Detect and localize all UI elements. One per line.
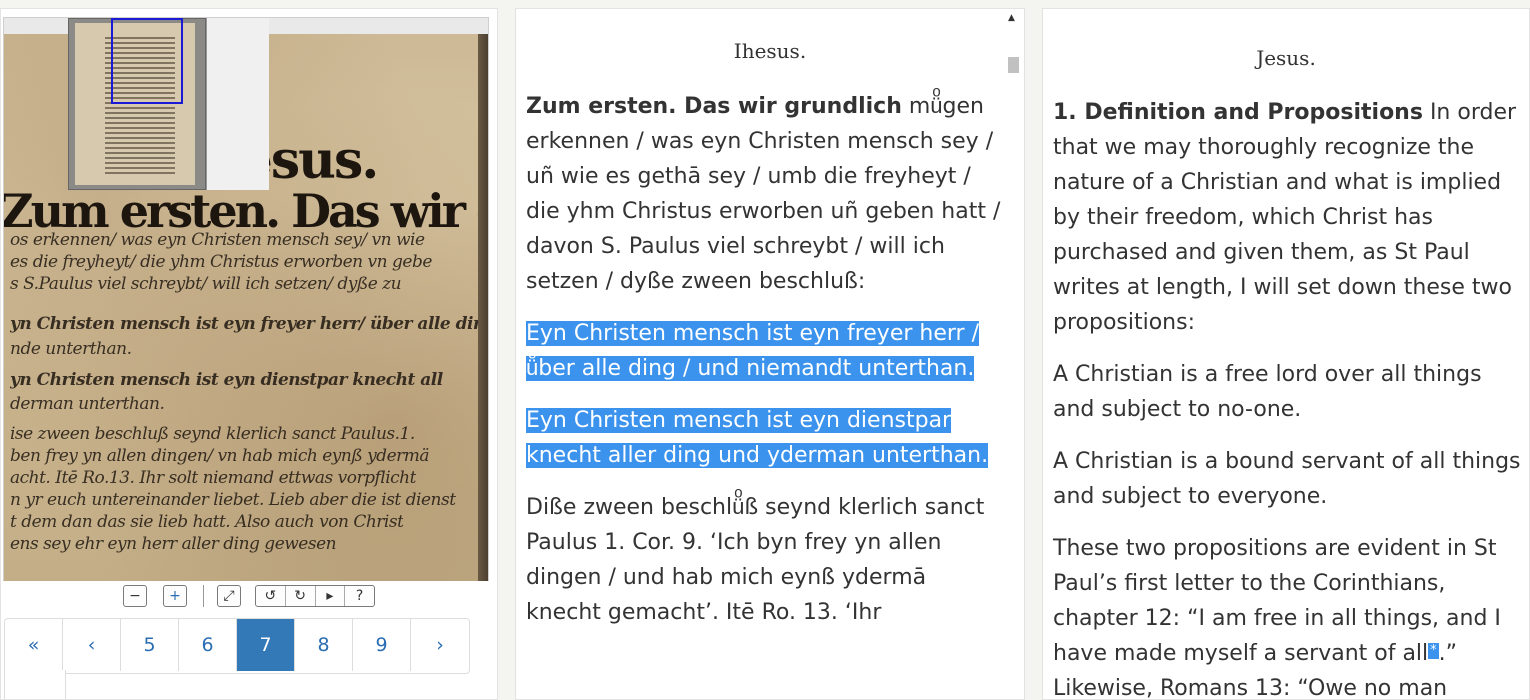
- navigator-thumbnail[interactable]: [68, 18, 206, 190]
- page-prev-button[interactable]: ‹: [63, 619, 121, 671]
- translation-title: Jesus.: [1256, 46, 1316, 70]
- toolbar-divider: [203, 585, 204, 607]
- scan-line: n yr euch untereinander liebet. Lieb abe…: [10, 490, 456, 510]
- rotate-right-icon: ↻: [294, 588, 306, 604]
- transcription-paragraph: Eyn Christen mensch ist eyn dienstpar kn…: [526, 403, 1002, 473]
- transcription-text[interactable]: Zum ersten. Das wir grundlich müͦgen erk…: [526, 89, 1002, 647]
- page-scan-viewer[interactable]: hesus. Zum ersten. Das wir grund os erke…: [3, 17, 489, 590]
- page-next-button[interactable]: ›: [411, 619, 469, 671]
- help-button[interactable]: ?: [345, 586, 374, 606]
- scan-book-edge: [478, 34, 488, 589]
- zoom-in-button[interactable]: +: [163, 585, 187, 607]
- scan-line: ise zween beschluß seynd klerlich sanct …: [10, 424, 415, 444]
- scroll-up-icon[interactable]: ▲: [1008, 13, 1015, 23]
- translation-paragraph: A Christian is a free lord over all thin…: [1053, 357, 1523, 427]
- rotate-right-button[interactable]: ↻: [286, 586, 316, 606]
- scroll-thumb[interactable]: [1008, 57, 1019, 73]
- scan-line: os erkennen/ was eyn Christen mensch sey…: [10, 230, 425, 250]
- transcription-paragraph: Diße zween beschlüͦß seynd klerlich sanc…: [526, 490, 1002, 630]
- paragraph-text: Diße zween beschlüͦß seynd klerlich sanc…: [526, 495, 985, 625]
- rotation-controls: ↺ ↻ ▸ ?: [255, 585, 375, 607]
- fit-page-button[interactable]: ⤢: [217, 585, 241, 607]
- page-first-button[interactable]: «: [5, 619, 63, 671]
- scan-line: ben frey yn allen dingen/ vn hab mich ey…: [10, 446, 430, 466]
- highlighted-text[interactable]: Eyn Christen mensch ist eyn freyer herr …: [526, 321, 979, 381]
- translation-panel[interactable]: Jesus. 1. Definition and Propositions In…: [1042, 8, 1530, 700]
- next-button[interactable]: ▸: [316, 586, 346, 606]
- scan-line: es die freyheyt/ die yhm Christus erworb…: [10, 252, 432, 272]
- scan-line: s S.Paulus viel schreybt/ will ich setze…: [10, 274, 402, 294]
- paragraph-text: A Christian is a free lord over all thin…: [1053, 362, 1482, 422]
- help-icon: ?: [355, 588, 364, 604]
- rotate-left-icon: ↺: [264, 588, 277, 604]
- page-5-button[interactable]: 5: [121, 619, 179, 671]
- pagination: « ‹ 5 6 7 8 9 ›: [4, 618, 470, 674]
- zoom-out-button[interactable]: −: [123, 585, 147, 607]
- scan-line: acht. Itē Ro.13. Ihr solt niemand ettwas…: [10, 468, 416, 488]
- paragraph-text: müͦgen erkennen / was eyn Christen mensc…: [526, 94, 1001, 294]
- arrow-right-icon: ▸: [326, 588, 334, 604]
- scan-line: yn Christen mensch ist eyn freyer herr/ …: [10, 314, 485, 334]
- scan-line: t dem dan das sie lieb hatt. Also auch v…: [10, 512, 404, 532]
- plus-icon: +: [169, 588, 181, 604]
- section-heading: Zum ersten. Das wir grundlich: [526, 94, 902, 119]
- scan-line: ens sey ehr eyn herr aller ding gewesen: [10, 534, 337, 554]
- rotate-left-button[interactable]: ↺: [256, 586, 286, 606]
- page-8-button[interactable]: 8: [295, 619, 353, 671]
- page-6-button[interactable]: 6: [179, 619, 237, 671]
- scan-line: derman unterthan.: [10, 394, 165, 414]
- fit-icon: ⤢: [223, 588, 235, 604]
- paragraph-text: A Christian is a bound servant of all th…: [1053, 449, 1521, 509]
- transcription-paragraph: Eyn Christen mensch ist eyn freyer herr …: [526, 316, 1002, 386]
- navigator-margin: [206, 18, 269, 190]
- transcription-paragraph: Zum ersten. Das wir grundlich müͦgen erk…: [526, 89, 1002, 299]
- scan-line: nde unterthan.: [10, 339, 132, 359]
- vertical-scrollbar[interactable]: ▲: [1004, 9, 1024, 699]
- viewport-indicator[interactable]: [111, 18, 183, 104]
- scan-line: yn Christen mensch ist eyn dienstpar kne…: [10, 370, 443, 390]
- translation-paragraph: These two propositions are evident in St…: [1053, 531, 1523, 699]
- translation-text[interactable]: 1. Definition and Propositions In order …: [1053, 95, 1523, 699]
- image-viewer-panel: hesus. Zum ersten. Das wir grund os erke…: [0, 8, 498, 700]
- minus-icon: −: [129, 588, 141, 604]
- viewer-toolbar: − + ⤢ ↺ ↻ ▸ ?: [3, 581, 489, 609]
- page-9-button[interactable]: 9: [353, 619, 411, 671]
- paragraph-text: In order that we may thoroughly recogniz…: [1053, 100, 1517, 335]
- translation-paragraph: A Christian is a bound servant of all th…: [1053, 444, 1523, 514]
- footnote-marker[interactable]: *: [1428, 643, 1439, 659]
- page-7-button[interactable]: 7: [237, 619, 295, 671]
- section-heading: 1. Definition and Propositions: [1053, 100, 1423, 125]
- transcription-panel[interactable]: Ihesus. Zum ersten. Das wir grundlich mü…: [515, 8, 1025, 700]
- pagination-overflow: [4, 670, 66, 699]
- highlighted-text[interactable]: Eyn Christen mensch ist eyn dienstpar kn…: [526, 408, 989, 468]
- transcription-title: Ihesus.: [733, 39, 807, 63]
- translation-paragraph: 1. Definition and Propositions In order …: [1053, 95, 1523, 340]
